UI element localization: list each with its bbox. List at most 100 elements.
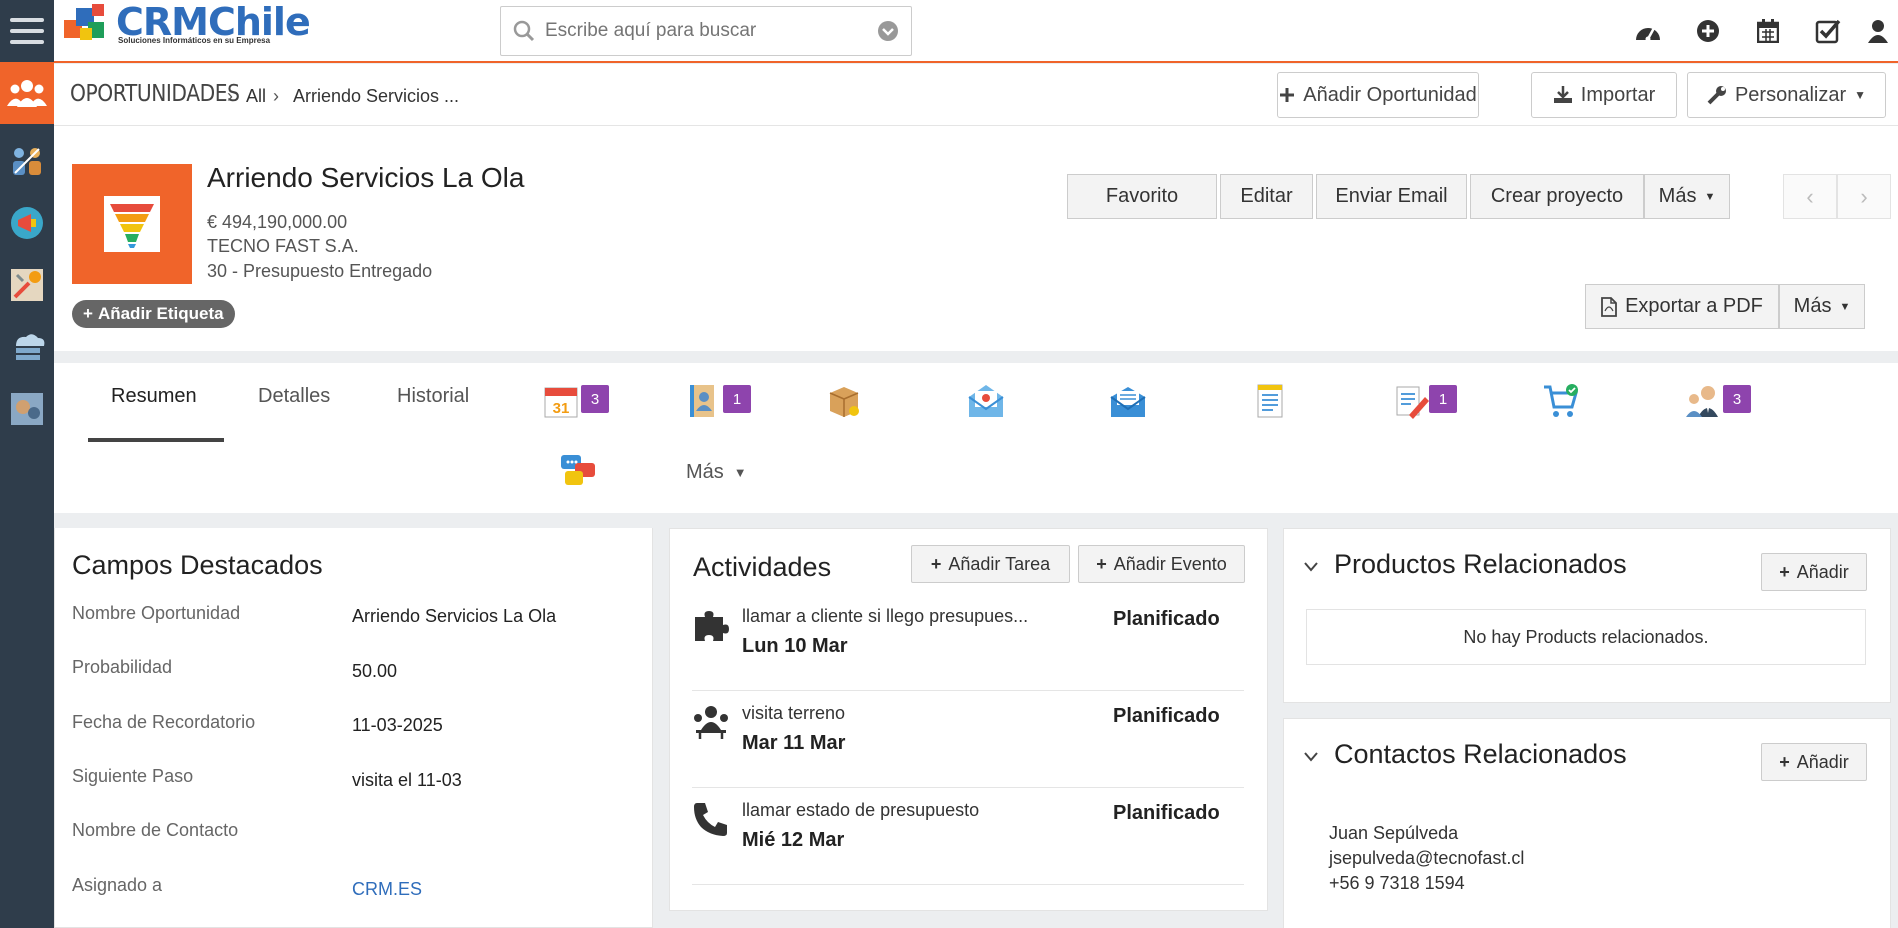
more-actions-label: Más xyxy=(1658,185,1697,207)
contact-email[interactable]: jsepulveda@tecnofast.cl xyxy=(1329,848,1524,869)
record-image xyxy=(72,164,192,284)
favorite-label: Favorito xyxy=(1105,185,1179,207)
create-project-button[interactable]: Crear proyecto xyxy=(1470,174,1644,219)
add-contact-button[interactable]: + Añadir xyxy=(1761,743,1867,781)
plus-icon: + xyxy=(1779,751,1790,772)
more-export-button[interactable]: Más ▼ xyxy=(1779,284,1865,329)
field-label: Fecha de Recordatorio xyxy=(72,712,256,732)
search-box[interactable] xyxy=(500,6,912,56)
sidebar-item-marketing[interactable] xyxy=(0,192,54,254)
contact-name[interactable]: Juan Sepúlveda xyxy=(1329,823,1458,844)
package-icon[interactable] xyxy=(824,381,864,421)
breadcrumb-bar: OPORTUNIDADES › All › Arriendo Servicios… xyxy=(54,64,1898,126)
chevron-down-icon[interactable] xyxy=(1304,749,1318,767)
tab-details[interactable]: Detalles xyxy=(258,385,330,408)
calendar-icon[interactable] xyxy=(1738,19,1798,43)
top-icons xyxy=(1618,0,1898,62)
email-open-icon[interactable] xyxy=(966,381,1006,421)
download-icon xyxy=(1553,86,1572,103)
activity-name[interactable]: llamar a cliente si llego presupues... xyxy=(742,606,1028,627)
breadcrumb-chevron-icon: › xyxy=(227,86,233,106)
edit-button[interactable]: Editar xyxy=(1220,174,1313,219)
task-check-icon[interactable] xyxy=(1798,18,1858,44)
activity-row[interactable]: visita terreno Mar 11 Mar Planificado xyxy=(692,691,1244,788)
field-label: Asignado a xyxy=(72,875,163,895)
add-product-button[interactable]: + Añadir xyxy=(1761,553,1867,591)
add-event-button[interactable]: + Añadir Evento xyxy=(1078,545,1245,583)
users-count-badge: 3 xyxy=(1723,385,1751,413)
sidebar-item-sales[interactable] xyxy=(0,130,54,192)
favorite-button[interactable]: Favorito xyxy=(1067,174,1217,219)
sidebar-item-users[interactable] xyxy=(0,62,54,124)
chevron-down-icon[interactable] xyxy=(877,20,899,42)
field-value[interactable]: 11-03-2025 xyxy=(352,715,443,736)
record-stage: 30 - Presupuesto Entregado xyxy=(207,261,433,281)
email-letter-icon[interactable] xyxy=(1108,381,1148,421)
record-account[interactable]: TECNO FAST S.A. xyxy=(207,236,359,257)
field-label: Nombre Oportunidad xyxy=(72,603,241,623)
prev-record-button[interactable]: ‹ xyxy=(1783,174,1837,219)
activity-name[interactable]: llamar estado de presupuesto xyxy=(742,800,979,821)
team-users-icon[interactable] xyxy=(1683,381,1723,421)
contact-phone[interactable]: +56 9 7318 1594 xyxy=(1329,873,1465,894)
field-label: Nombre de Contacto xyxy=(72,820,239,840)
logo-subtitle: Soluciones Informáticos en su Empresa xyxy=(118,36,271,45)
field-label: Probabilidad xyxy=(72,657,173,677)
add-task-button[interactable]: + Añadir Tarea xyxy=(911,545,1070,583)
related-products-panel: Productos Relacionados + Añadir No hay P… xyxy=(1283,528,1891,703)
user-icon[interactable] xyxy=(1858,19,1898,43)
field-value[interactable]: visita el 11-03 xyxy=(352,770,462,791)
tab-history[interactable]: Historial xyxy=(397,385,469,408)
add-opportunity-button[interactable]: Añadir Oportunidad xyxy=(1277,72,1479,118)
chat-bubbles-icon[interactable] xyxy=(558,451,598,491)
logo[interactable]: CRMChile Soluciones Informáticos en su E… xyxy=(62,2,311,50)
contacts-book-icon[interactable] xyxy=(682,381,722,421)
sidebar-item-tools[interactable] xyxy=(0,254,54,316)
meeting-icon xyxy=(692,703,730,741)
svg-text:31: 31 xyxy=(553,400,570,417)
support-icon xyxy=(11,393,43,425)
search-input[interactable] xyxy=(545,20,877,42)
cart-icon[interactable] xyxy=(1541,381,1581,421)
search-icon xyxy=(513,20,535,42)
record-amount: € 494,190,000.00 xyxy=(207,212,348,232)
import-button[interactable]: Importar xyxy=(1531,72,1677,118)
add-tag-button[interactable]: + Añadir Etiqueta xyxy=(72,300,235,328)
field-value[interactable]: 50.00 xyxy=(352,661,397,682)
activity-status: Planificado xyxy=(1113,608,1220,630)
customize-button[interactable]: Personalizar ▼ xyxy=(1687,72,1886,118)
calendar-tab-icon[interactable]: 31 xyxy=(541,381,581,421)
sidebar-item-cloud[interactable] xyxy=(0,316,54,378)
send-email-button[interactable]: Enviar Email xyxy=(1316,174,1467,219)
dashboard-icon[interactable] xyxy=(1618,20,1678,42)
more-actions-button[interactable]: Más ▼ xyxy=(1644,174,1730,219)
tab-summary[interactable]: Resumen xyxy=(111,385,197,408)
export-pdf-button[interactable]: Exportar a PDF xyxy=(1585,284,1779,329)
chevron-down-icon[interactable] xyxy=(1304,559,1318,577)
breadcrumb-filter[interactable]: All xyxy=(246,86,266,107)
customize-label: Personalizar xyxy=(1734,83,1847,106)
add-circle-icon[interactable] xyxy=(1678,19,1738,43)
export-pdf-label: Exportar a PDF xyxy=(1625,295,1763,317)
assigned-user-link[interactable]: CRM.ES xyxy=(352,879,422,900)
related-contacts-title: Contactos Relacionados xyxy=(1334,739,1627,769)
add-product-label: Añadir xyxy=(1796,561,1849,582)
notes-icon[interactable] xyxy=(1250,381,1290,421)
activity-row[interactable]: llamar estado de presupuesto Mié 12 Mar … xyxy=(692,788,1244,885)
no-products-message: No hay Products relacionados. xyxy=(1306,609,1866,665)
puzzle-icon xyxy=(692,606,730,644)
breadcrumb-module[interactable]: OPORTUNIDADES xyxy=(70,81,240,107)
activity-date: Lun 10 Mar xyxy=(742,635,848,657)
activity-status: Planificado xyxy=(1113,705,1220,727)
menu-icon[interactable] xyxy=(0,0,54,62)
field-label: Siguiente Paso xyxy=(72,766,194,786)
activity-name[interactable]: visita terreno xyxy=(742,703,845,724)
activity-row[interactable]: llamar a cliente si llego presupues... L… xyxy=(692,594,1244,691)
field-value[interactable]: Arriendo Servicios La Ola xyxy=(352,606,556,627)
tab-more[interactable]: Más ▼ xyxy=(686,461,747,484)
next-record-button[interactable]: › xyxy=(1837,174,1891,219)
document-edit-icon[interactable] xyxy=(1392,381,1432,421)
sidebar-item-support[interactable] xyxy=(0,378,54,440)
documents-count-badge: 1 xyxy=(1429,385,1457,413)
edit-label: Editar xyxy=(1240,185,1293,207)
